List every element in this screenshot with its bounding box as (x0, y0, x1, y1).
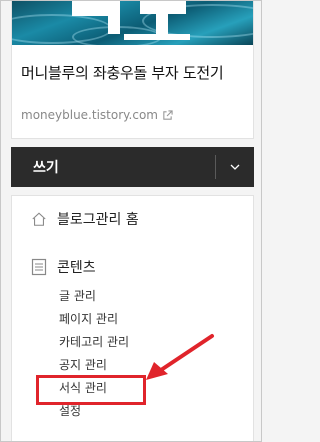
submenu-item-post-manage[interactable]: 글 관리 (59, 285, 129, 308)
red-arrow-icon (146, 334, 214, 380)
menu-section-contents-label: 콘텐츠 (57, 260, 96, 276)
blog-title[interactable]: 머니블루의 좌충우돌 부자 도전기 (21, 62, 247, 85)
submenu-item-notice-manage[interactable]: 공지 관리 (59, 354, 129, 377)
external-link-icon[interactable] (162, 109, 173, 121)
submenu-item-page-manage[interactable]: 페이지 관리 (59, 308, 129, 331)
write-button[interactable]: 쓰기 (11, 157, 215, 177)
blog-banner-image[interactable] (12, 0, 253, 45)
home-icon (32, 212, 46, 226)
document-icon (31, 258, 47, 276)
chevron-down-icon (230, 164, 240, 170)
submenu-item-category-manage[interactable]: 카테고리 관리 (59, 331, 129, 354)
write-dropdown-toggle[interactable] (216, 147, 254, 187)
highlight-box (36, 375, 146, 405)
menu-item-blog-home[interactable]: 블로그관리 홈 (31, 209, 139, 229)
menu-item-blog-home-label: 블로그관리 홈 (57, 212, 139, 228)
write-bar: 쓰기 (11, 147, 254, 187)
blog-url[interactable]: moneyblue.tistory.com (21, 108, 158, 122)
menu-section-contents[interactable]: 콘텐츠 (31, 257, 96, 277)
blog-url-link[interactable]: moneyblue.tistory.com (21, 108, 173, 122)
